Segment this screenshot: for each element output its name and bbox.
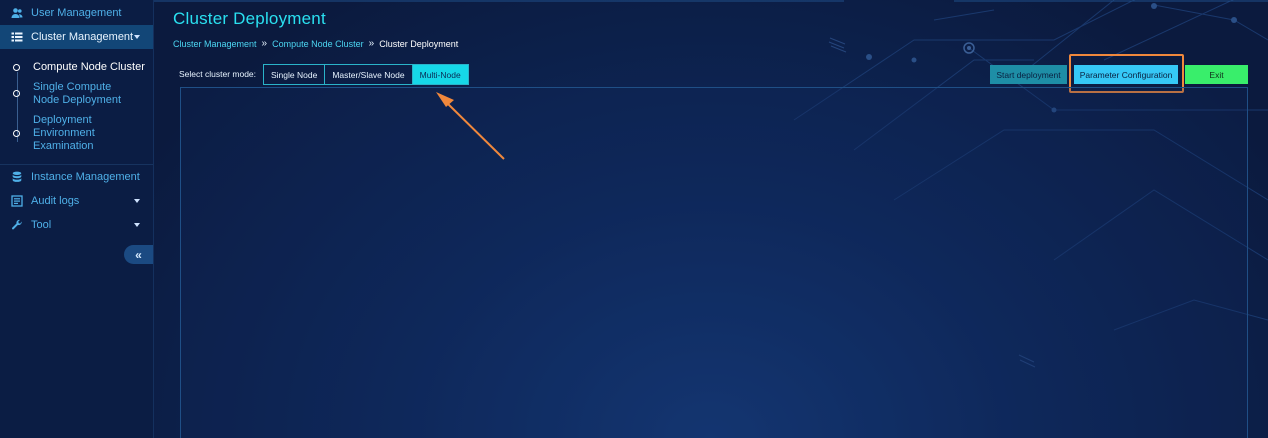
sidebar-subitem-label: Single Compute Node Deployment [33, 81, 122, 106]
sidebar-subitem-deployment-environment-examination[interactable]: Deployment Environment Examination [0, 114, 100, 153]
sidebar-item-label: User Management [31, 7, 122, 19]
mode-master-slave-button[interactable]: Master/Slave Node [324, 65, 411, 84]
breadcrumb: Cluster Management » Compute Node Cluste… [173, 38, 458, 49]
list-icon [11, 32, 23, 42]
sidebar-item-label: Cluster Management [31, 31, 134, 43]
chevron-down-icon [134, 223, 140, 227]
parameter-configuration-button[interactable]: Parameter Configuration [1074, 65, 1178, 84]
mode-single-node-button[interactable]: Single Node [264, 65, 324, 84]
mode-multi-node-button[interactable]: Multi-Node [411, 65, 468, 84]
sidebar: User Management Cluster Management Compu… [0, 0, 154, 438]
sidebar-item-cluster-management[interactable]: Cluster Management [0, 25, 153, 49]
sidebar-subitem-label: Compute Node Cluster [33, 61, 145, 73]
cluster-mode-selector: Single Node Master/Slave Node Multi-Node [263, 64, 469, 85]
deployment-content-panel [180, 87, 1248, 438]
sidebar-item-label: Instance Management [31, 171, 140, 183]
breadcrumb-current: Cluster Deployment [379, 38, 459, 49]
exit-button[interactable]: Exit [1185, 65, 1248, 84]
sidebar-item-label: Tool [31, 219, 52, 231]
sidebar-item-tool[interactable]: Tool [0, 213, 153, 237]
collapse-sidebar-button[interactable]: « [124, 245, 153, 264]
wrench-icon [12, 219, 22, 230]
sidebar-item-user-management[interactable]: User Management [0, 1, 153, 25]
bullet-icon [13, 64, 20, 71]
sidebar-subitem-single-compute-node-deployment[interactable]: Single Compute Node Deployment [0, 81, 140, 107]
sidebar-subitem-label: Deployment Environment Examination [33, 114, 95, 152]
sidebar-subitem-compute-node-cluster[interactable]: Compute Node Cluster [0, 61, 153, 74]
main-area: Cluster Deployment Cluster Management » … [154, 0, 1268, 438]
start-deployment-button[interactable]: Start deployment [990, 65, 1067, 84]
page-title: Cluster Deployment [173, 9, 326, 28]
sidebar-item-label: Audit logs [31, 195, 80, 207]
database-icon [12, 171, 22, 182]
breadcrumb-link-compute-node-cluster[interactable]: Compute Node Cluster [272, 39, 364, 49]
chevron-down-icon [134, 199, 140, 203]
sidebar-item-instance-management[interactable]: Instance Management [0, 165, 153, 189]
double-chevron-left-icon: « [135, 247, 142, 262]
sidebar-item-audit-logs[interactable]: Audit logs [0, 189, 153, 213]
cluster-mode-label: Select cluster mode: [179, 69, 257, 79]
bullet-icon [13, 130, 20, 137]
users-icon [11, 8, 23, 18]
chevron-down-icon [134, 35, 140, 39]
bullet-icon [13, 90, 20, 97]
breadcrumb-separator-icon: » [368, 38, 375, 49]
breadcrumb-separator-icon: » [261, 38, 268, 49]
breadcrumb-link-cluster-management[interactable]: Cluster Management [173, 39, 257, 49]
document-icon [11, 195, 23, 207]
